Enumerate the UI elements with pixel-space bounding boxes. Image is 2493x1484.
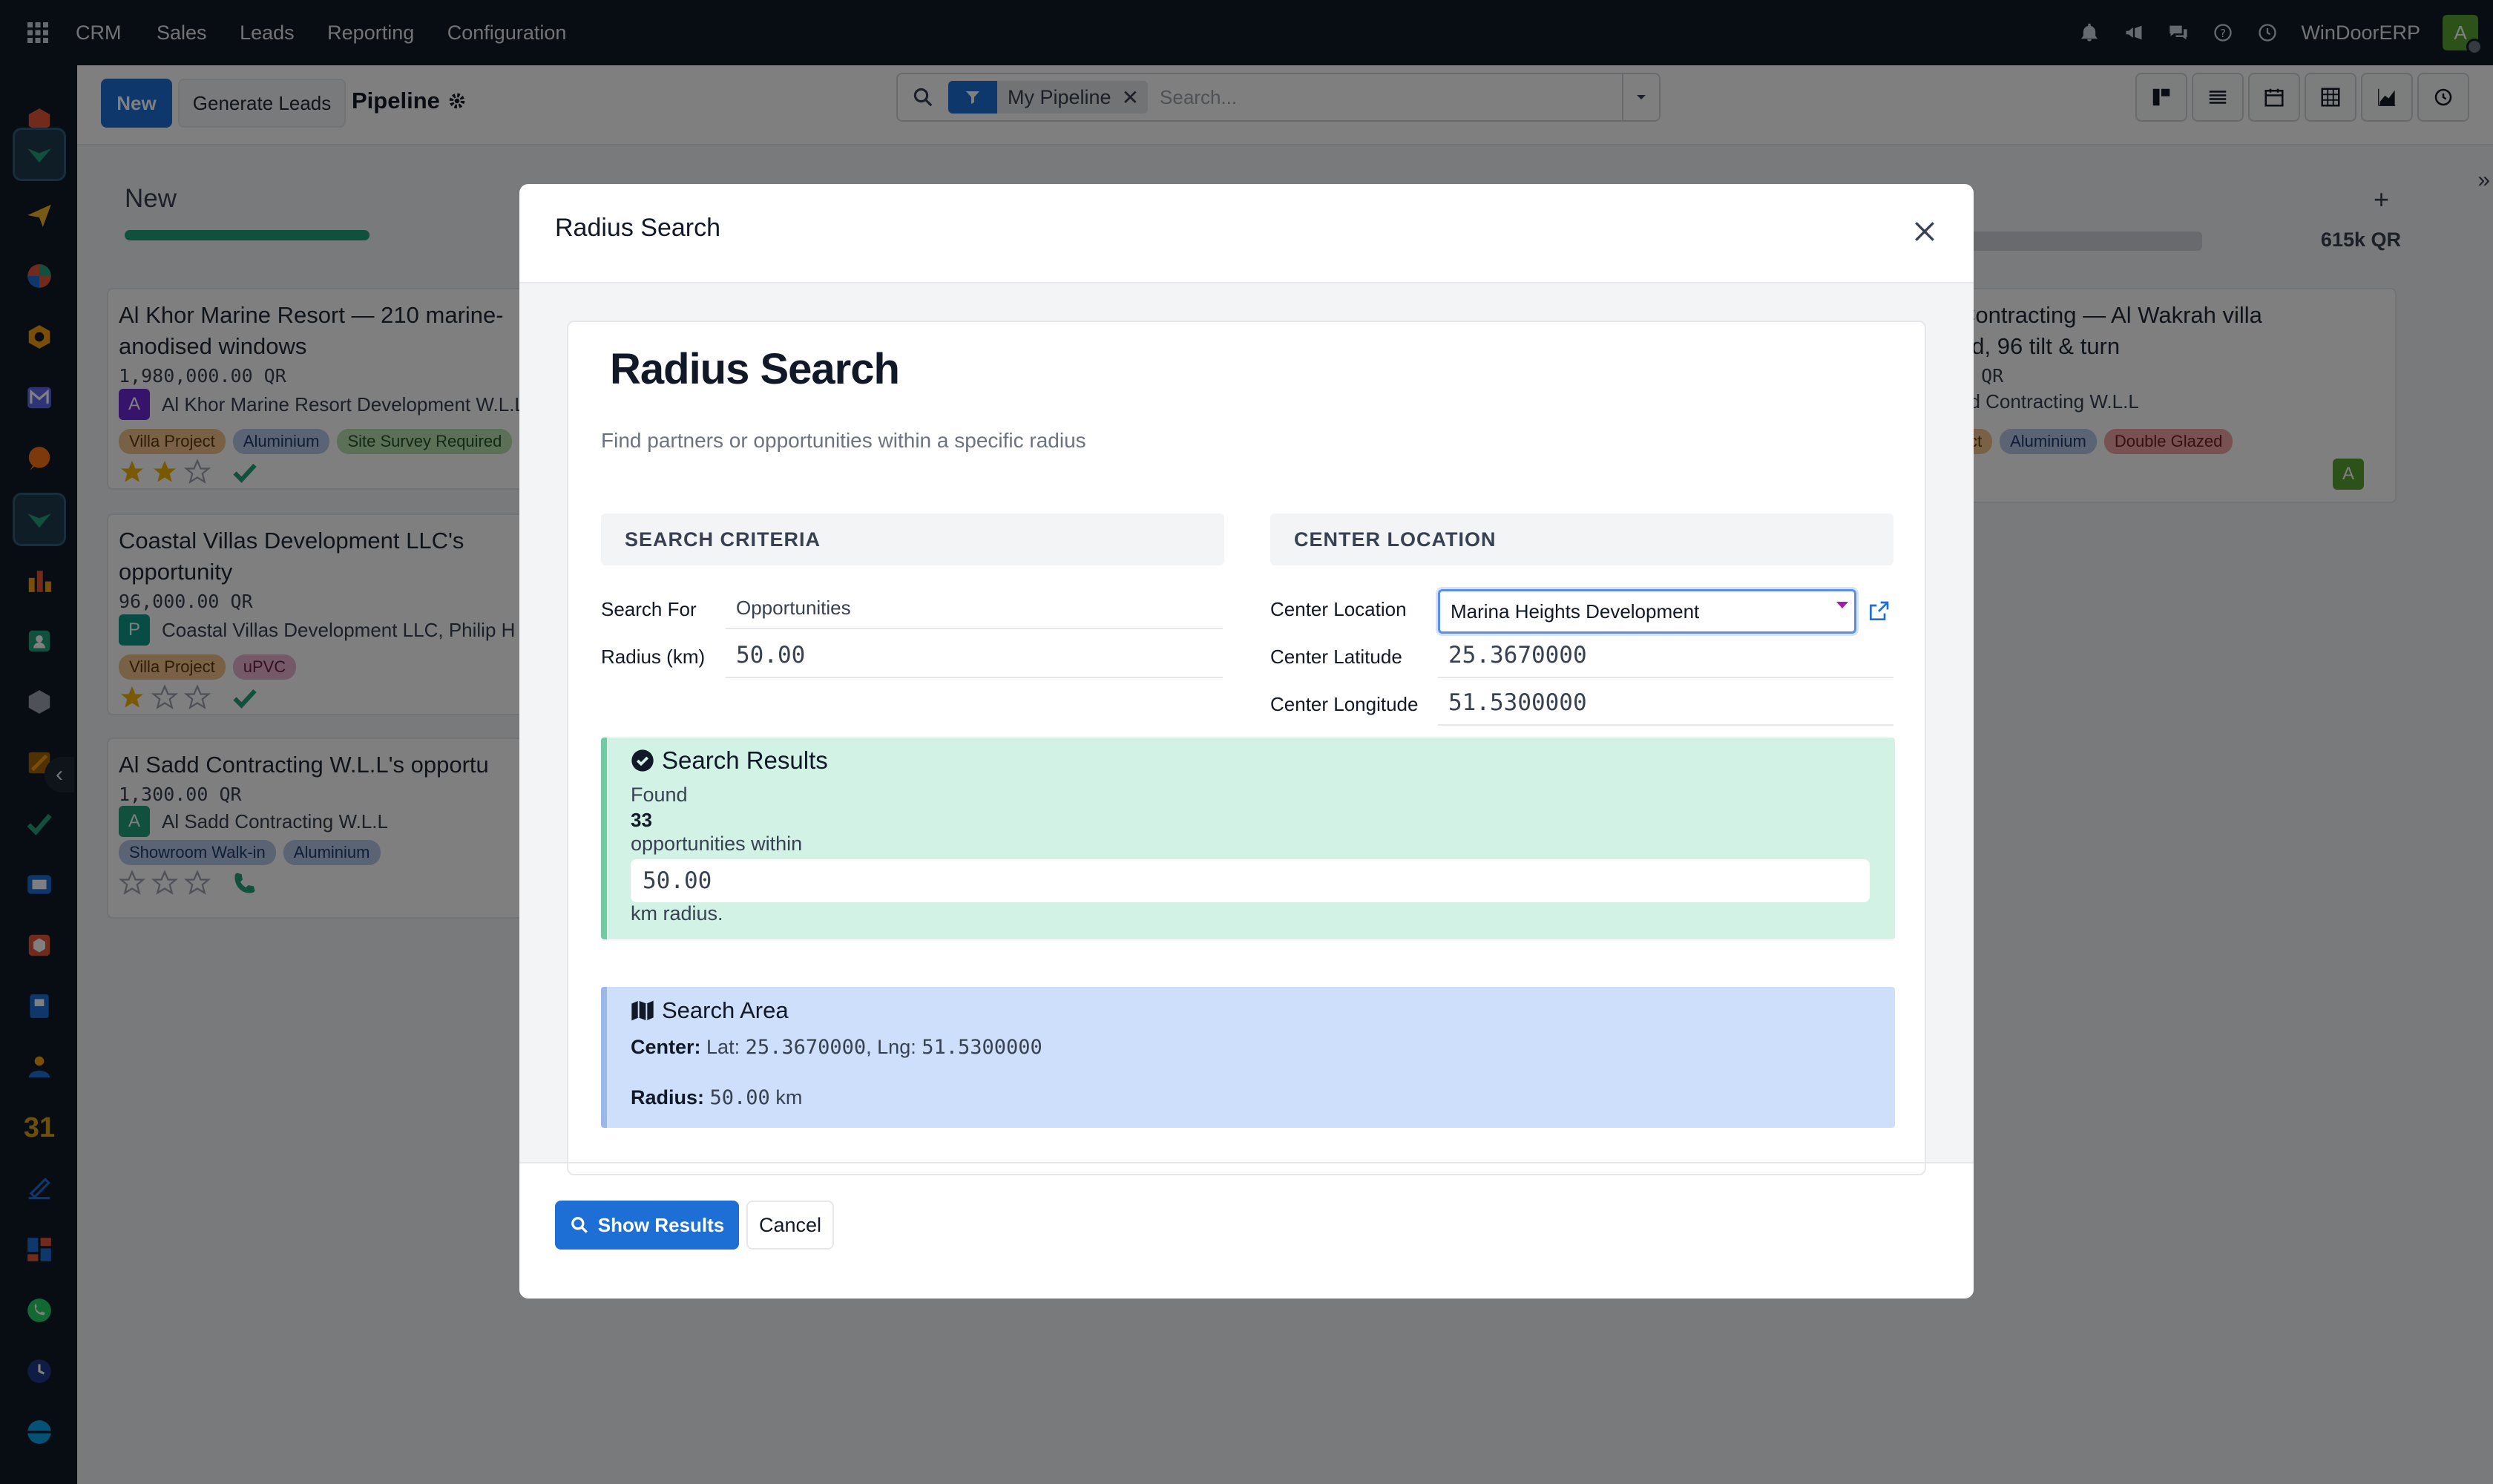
results-count: 33 [631, 809, 652, 831]
results-found-text: Found [631, 784, 688, 806]
form-heading: Radius Search [610, 345, 900, 393]
area-lng-prefix: , Lng: [866, 1036, 916, 1058]
area-title: Search Area [662, 997, 789, 1023]
search-area-panel: Search Area Center: Lat: 25.3670000, Lng… [601, 987, 1895, 1128]
radius-field[interactable]: 50.00 [726, 634, 1223, 678]
area-radius-line: Radius: 50.00 km [631, 1086, 802, 1109]
dialog-title: Radius Search [555, 214, 721, 242]
dialog-header: Radius Search [519, 184, 1974, 283]
external-link-icon[interactable] [1867, 600, 1891, 623]
form-sheet: Radius Search Find partners or opportuni… [567, 321, 1926, 1175]
search-criteria-header: SEARCH CRITERIA [601, 513, 1224, 565]
area-center-line: Center: Lat: 25.3670000, Lng: 51.5300000 [631, 1036, 1042, 1059]
center-location-label: Center Location [1270, 598, 1407, 620]
radius-search-dialog: Radius Search Radius Search Find partner… [519, 184, 1974, 1298]
area-lng-value: 51.5300000 [922, 1036, 1042, 1059]
center-location-value: Marina Heights Development [1451, 600, 1700, 623]
area-radius-value: 50.00 [709, 1086, 770, 1109]
search-results-panel: Search Results Found 33 opportunities wi… [601, 738, 1895, 939]
dialog-body: Radius Search Find partners or opportuni… [519, 283, 1974, 1175]
area-lat-value: 25.3670000 [745, 1036, 867, 1059]
search-for-label: Search For [601, 598, 697, 620]
results-heading: Search Results [631, 746, 828, 775]
results-unit-text: km radius. [631, 902, 723, 925]
show-results-button[interactable]: Show Results [555, 1201, 739, 1250]
results-within-text: opportunities within [631, 833, 803, 855]
results-title: Search Results [662, 746, 828, 774]
area-center-label: Center: [631, 1036, 701, 1058]
area-lat-prefix: Lat: [706, 1036, 740, 1058]
center-latitude-field[interactable]: 25.3670000 [1438, 634, 1893, 678]
center-longitude-field[interactable]: 51.5300000 [1438, 681, 1893, 726]
area-radius-unit: km [775, 1086, 803, 1109]
map-icon [631, 1000, 654, 1021]
dropdown-caret-icon[interactable] [1836, 602, 1848, 608]
radius-label: Radius (km) [601, 646, 706, 668]
cancel-button[interactable]: Cancel [746, 1201, 834, 1250]
dialog-footer: Show Results Cancel [519, 1201, 1974, 1298]
check-circle-icon [631, 749, 654, 772]
area-radius-label: Radius: [631, 1086, 705, 1109]
form-subtitle: Find partners or opportunities within a … [601, 429, 1086, 452]
search-icon [571, 1217, 588, 1233]
show-results-label: Show Results [597, 1213, 725, 1236]
results-radius-value: 50.00 [631, 859, 1870, 902]
area-heading: Search Area [631, 997, 789, 1024]
footer-divider [519, 1162, 1974, 1163]
close-icon[interactable] [1910, 217, 1939, 246]
center-longitude-label: Center Longitude [1270, 693, 1419, 715]
center-latitude-label: Center Latitude [1270, 646, 1402, 668]
center-location-field[interactable]: Marina Heights Development [1438, 589, 1856, 634]
search-for-field[interactable]: Opportunities [726, 588, 1223, 629]
center-location-header: CENTER LOCATION [1270, 513, 1893, 565]
